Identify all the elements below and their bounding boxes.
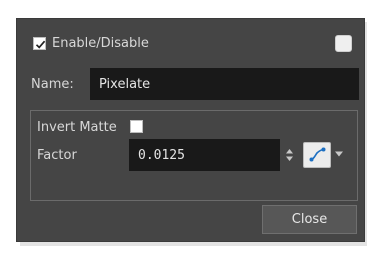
- close-button[interactable]: Close: [262, 205, 357, 234]
- invert-matte-checkbox[interactable]: [130, 120, 143, 133]
- name-label: Name:: [31, 77, 74, 92]
- function-curve-button[interactable]: [303, 142, 331, 168]
- enable-disable-checkbox[interactable]: [33, 37, 46, 50]
- factor-label: Factor: [37, 148, 77, 163]
- name-field[interactable]: [90, 68, 359, 100]
- invert-matte-label: Invert Matte: [37, 120, 117, 135]
- function-curve-icon: [309, 147, 326, 162]
- factor-field[interactable]: [129, 139, 280, 171]
- layer-properties-dialog: Enable/Disable Name: Invert Matte Factor…: [16, 18, 365, 242]
- chevron-down-icon[interactable]: [334, 151, 344, 157]
- checkmark-icon: [35, 40, 46, 49]
- spin-up-down-icon[interactable]: [285, 148, 294, 162]
- color-swatch-button[interactable]: [335, 35, 352, 52]
- enable-disable-label: Enable/Disable: [52, 36, 149, 51]
